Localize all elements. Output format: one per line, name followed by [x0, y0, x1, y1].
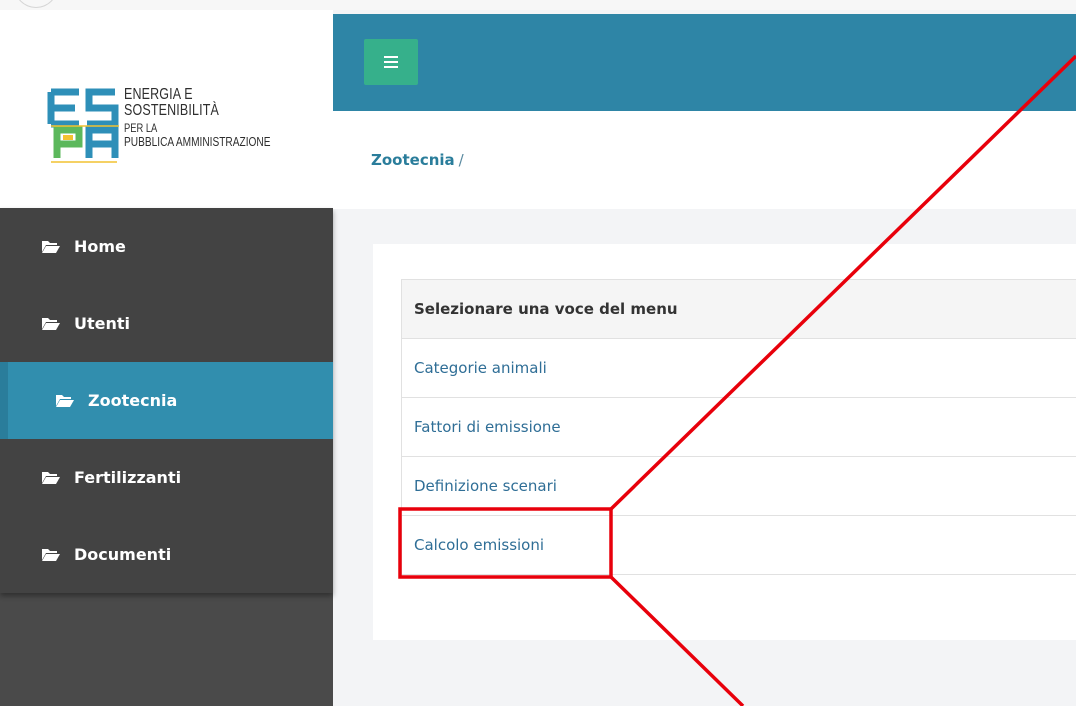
menu-link-categorie-animali[interactable]: Categorie animali — [401, 339, 1076, 398]
hamburger-icon — [384, 61, 398, 63]
folder-open-icon — [56, 395, 74, 407]
logo-line-1: ENERGIA E SOSTENIBILITÀ — [124, 86, 219, 119]
breadcrumb-current[interactable]: Zootecnia — [371, 151, 455, 169]
sidebar-item-fertilizzanti[interactable]: Fertilizzanti — [0, 439, 333, 516]
sidebar-item-documenti[interactable]: Documenti — [0, 516, 333, 593]
folder-open-icon — [42, 549, 60, 561]
menu-link-definizione-scenari[interactable]: Definizione scenari — [401, 457, 1076, 516]
sidebar-item-label: Zootecnia — [88, 391, 178, 410]
logo-line-3: PUBBLICA AMMINISTRAZIONE — [124, 134, 271, 149]
breadcrumb-bar: Zootecnia / — [333, 111, 1076, 209]
sidebar-toggle-button[interactable] — [364, 39, 418, 85]
logo-area[interactable]: ENERGIA E SOSTENIBILITÀ PER LA PUBBLICA … — [0, 10, 333, 208]
menu-link-fattori-di-emissione[interactable]: Fattori di emissione — [401, 398, 1076, 457]
hamburger-icon — [384, 56, 398, 58]
sidebar-item-label: Utenti — [74, 314, 131, 333]
menu-link-calcolo-emissioni[interactable]: Calcolo emissioni — [401, 516, 1076, 575]
sidebar-item-label: Home — [74, 237, 126, 256]
top-bar — [333, 14, 1076, 111]
page: ENERGIA E SOSTENIBILITÀ PER LA PUBBLICA … — [0, 0, 1076, 706]
sidebar-menu: Home Utenti Zootecnia Fertilizzanti Docu… — [0, 208, 333, 593]
sidebar-item-zootecnia[interactable]: Zootecnia — [0, 362, 333, 439]
breadcrumb: Zootecnia / — [371, 151, 464, 169]
sidebar-item-utenti[interactable]: Utenti — [0, 285, 333, 362]
sidebar-item-label: Fertilizzanti — [74, 468, 182, 487]
logo-line-2: PER LA — [124, 121, 158, 135]
folder-open-icon — [42, 472, 60, 484]
espa-logo-icon — [47, 88, 119, 163]
sidebar-item-label: Documenti — [74, 545, 172, 564]
content-card: Selezionare una voce del menu Categorie … — [373, 244, 1076, 640]
sidebar: ENERGIA E SOSTENIBILITÀ PER LA PUBBLICA … — [0, 10, 333, 706]
folder-open-icon — [42, 241, 60, 253]
menu-table: Selezionare una voce del menu Categorie … — [401, 279, 1076, 575]
logo-text: ENERGIA E SOSTENIBILITÀ PER LA PUBBLICA … — [124, 86, 287, 149]
hamburger-icon — [384, 66, 398, 68]
table-header: Selezionare una voce del menu — [401, 280, 1076, 339]
breadcrumb-separator: / — [458, 151, 464, 169]
sidebar-item-home[interactable]: Home — [0, 208, 333, 285]
tab-edge — [14, 0, 58, 8]
folder-open-icon — [42, 318, 60, 330]
browser-top-strip — [0, 0, 1076, 10]
